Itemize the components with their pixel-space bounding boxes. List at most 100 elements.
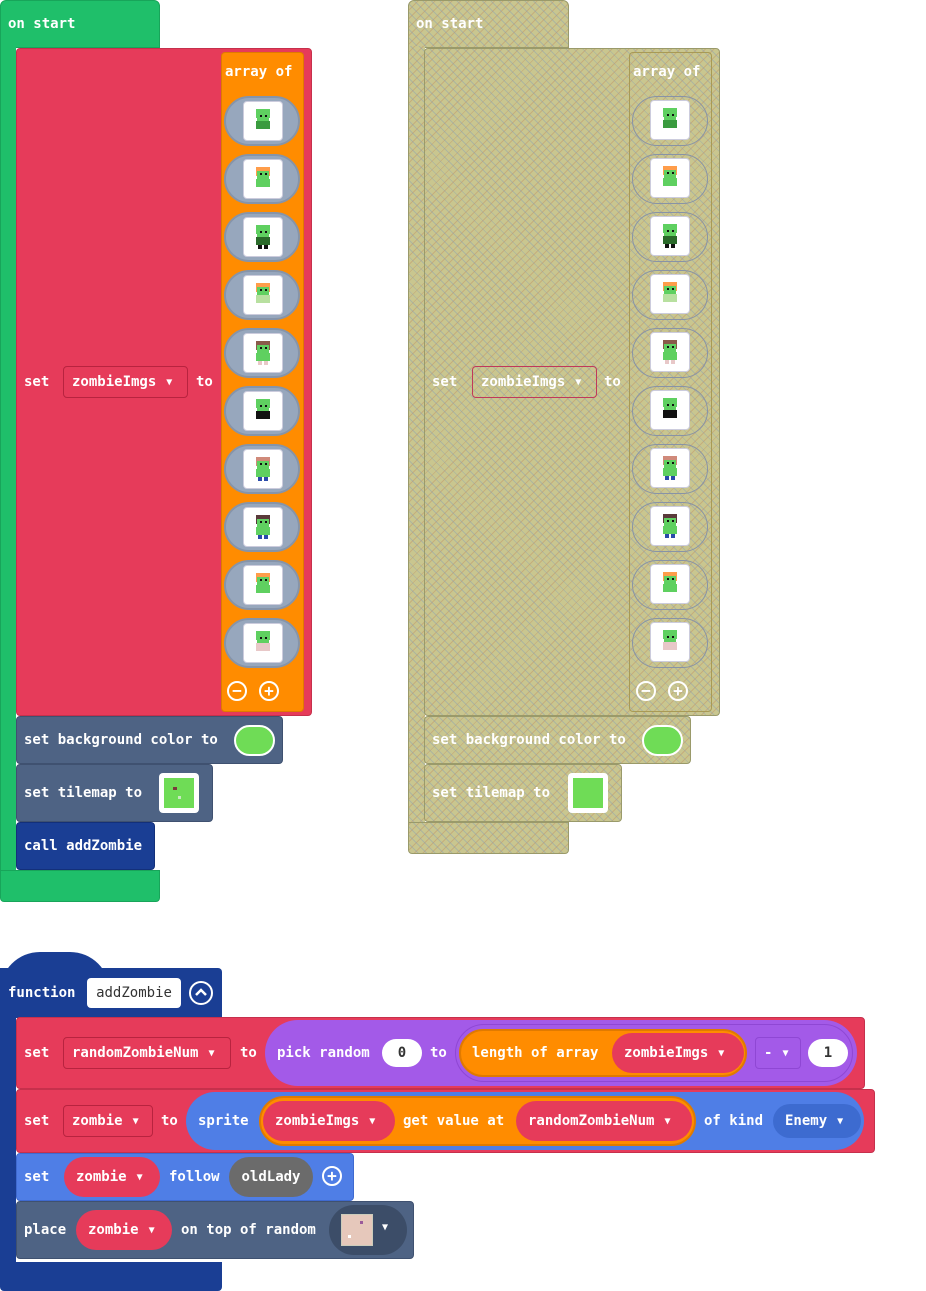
kind-dropdown[interactable]: Enemy ▼: [773, 1104, 861, 1138]
image-slot[interactable]: [632, 212, 708, 262]
array-of-block[interactable]: [221, 52, 304, 712]
tile-dot: [360, 1221, 363, 1224]
collapse-icon[interactable]: [189, 981, 213, 1005]
function-name-field[interactable]: addZombie: [87, 978, 181, 1008]
image-slot[interactable]: [224, 270, 300, 320]
zombie-icon: [663, 108, 677, 132]
zombie-icon: [256, 167, 270, 191]
tile-picker-dropdown[interactable]: ▼: [329, 1205, 407, 1255]
ghost-variable-dropdown: zombieImgs ▼: [472, 366, 597, 398]
on-start-foot: [0, 870, 160, 902]
image-slot[interactable]: [632, 444, 708, 494]
variable-dropdown-zombie[interactable]: zombie ▼: [63, 1105, 153, 1137]
zombie-sprite-thumbnail: [650, 506, 690, 546]
zombie-sprite-thumbnail: [650, 274, 690, 314]
image-slot[interactable]: [632, 618, 708, 668]
sprite-variable-zombie[interactable]: zombie ▼: [64, 1157, 160, 1197]
image-slot[interactable]: [632, 386, 708, 436]
ghost-array-of-label: array of: [633, 64, 701, 80]
ghost-variable-name: zombieImgs: [481, 374, 566, 390]
function-keyword: function: [8, 985, 76, 1001]
array-variable-zombieimgs[interactable]: zombieImgs ▼: [612, 1033, 744, 1073]
function-foot: [0, 1262, 222, 1291]
ghost-bg-label: set background color to: [432, 732, 626, 748]
image-slot[interactable]: [632, 270, 708, 320]
zombie-sprite-thumbnail: [243, 217, 283, 257]
zombie-icon: [663, 572, 677, 596]
chevron-down-icon: ▼: [837, 1115, 844, 1127]
expand-plus-icon[interactable]: +: [322, 1166, 342, 1186]
zombie-sprite-thumbnail: [243, 101, 283, 141]
zombie-sprite-thumbnail: [243, 449, 283, 489]
ghost-foot: [408, 822, 569, 854]
image-slot[interactable]: [632, 154, 708, 204]
zombie-sprite-thumbnail: [243, 391, 283, 431]
image-slot[interactable]: [224, 328, 300, 378]
kind-value: Enemy: [785, 1113, 828, 1129]
array-variable-zombieimgs[interactable]: zombieImgs ▼: [263, 1101, 395, 1141]
zombie-sprite-thumbnail: [650, 216, 690, 256]
chevron-down-icon: ▼: [166, 376, 173, 388]
operator-dropdown[interactable]: - ▼: [755, 1037, 801, 1069]
chevron-down-icon: ▼: [136, 1171, 143, 1183]
plus-icon[interactable]: +: [259, 681, 279, 701]
set-tilemap-label: set tilemap to: [24, 785, 143, 801]
variable-dropdown-randomzombienum[interactable]: randomZombieNum ▼: [63, 1037, 231, 1069]
ghost-to-label: to: [604, 374, 621, 390]
random-min-input[interactable]: 0: [382, 1039, 422, 1067]
to-label: to: [161, 1113, 178, 1129]
image-slot[interactable]: [632, 502, 708, 552]
zombie-icon: [256, 225, 270, 249]
variable-name: zombieImgs: [624, 1045, 709, 1061]
color-swatch[interactable]: [234, 725, 275, 756]
chevron-down-icon: ▼: [664, 1115, 671, 1127]
zombie-icon: [256, 573, 270, 597]
zombie-icon: [663, 456, 677, 480]
array-of-label: array of: [225, 64, 293, 80]
ghost-tilemap-label: set tilemap to: [432, 785, 551, 801]
zombie-icon: [663, 166, 677, 190]
image-slot[interactable]: [224, 560, 300, 610]
zombie-sprite-thumbnail: [243, 159, 283, 199]
image-slot[interactable]: [224, 618, 300, 668]
zombie-sprite-thumbnail: [243, 275, 283, 315]
index-variable-randomzombienum[interactable]: randomZombieNum ▼: [516, 1101, 692, 1141]
zombie-sprite-thumbnail: [650, 100, 690, 140]
on-top-of-random-label: on top of random: [181, 1222, 316, 1238]
to-label: to: [430, 1045, 447, 1061]
target-name: oldLady: [241, 1169, 301, 1185]
get-value-at-label: get value at: [403, 1113, 505, 1129]
ghost-set-label: set: [432, 374, 458, 390]
set-label: set: [24, 1113, 50, 1129]
set-label: set: [24, 1045, 50, 1061]
image-slot[interactable]: [224, 386, 300, 436]
ghost-on-start-label: on start: [416, 16, 484, 32]
variable-name: zombie: [72, 1113, 123, 1129]
variable-name: zombie: [88, 1222, 139, 1238]
zombie-icon: [663, 630, 677, 654]
image-slot[interactable]: [224, 96, 300, 146]
image-slot[interactable]: [224, 154, 300, 204]
image-slot[interactable]: [224, 212, 300, 262]
to-label: to: [196, 374, 213, 390]
sprite-variable-zombie[interactable]: zombie ▼: [76, 1210, 172, 1250]
ghost-color-swatch: [642, 725, 683, 756]
to-label: to: [240, 1045, 257, 1061]
follow-target-oldlady[interactable]: oldLady: [229, 1157, 313, 1197]
tilemap-thumbnail[interactable]: [159, 773, 199, 813]
minus-icon[interactable]: −: [227, 681, 247, 701]
image-slot[interactable]: [632, 328, 708, 378]
minus-value-input[interactable]: 1: [808, 1039, 848, 1067]
variable-dropdown-zombieimgs[interactable]: zombieImgs ▼: [63, 366, 188, 398]
image-slot[interactable]: [224, 502, 300, 552]
tilemap-image: [164, 778, 194, 808]
tile-dot: [173, 787, 177, 790]
image-slot[interactable]: [632, 96, 708, 146]
tile-image: [341, 1214, 373, 1246]
zombie-sprite-thumbnail: [650, 390, 690, 430]
of-kind-label: of kind: [704, 1113, 764, 1129]
zombie-sprite-thumbnail: [243, 565, 283, 605]
image-slot[interactable]: [632, 560, 708, 610]
zombie-icon: [256, 283, 270, 307]
image-slot[interactable]: [224, 444, 300, 494]
